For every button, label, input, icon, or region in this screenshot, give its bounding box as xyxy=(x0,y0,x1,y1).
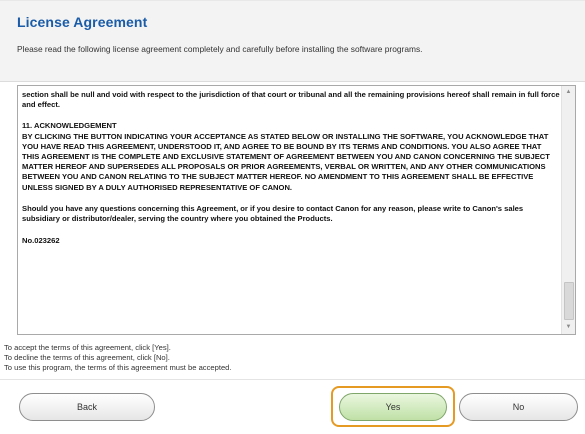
acknowledgement-heading: 11. ACKNOWLEDGEMENT xyxy=(22,121,117,131)
dialog-subtitle: Please read the following license agreem… xyxy=(17,44,423,54)
license-scrollbar[interactable]: ▲ ▼ xyxy=(561,86,575,334)
acknowledgement-body: BY CLICKING THE BUTTON INDICATING YOUR A… xyxy=(22,131,550,192)
scroll-up-icon[interactable]: ▲ xyxy=(562,86,575,99)
license-paragraph: Should you have any questions concerning… xyxy=(22,203,524,224)
acceptance-instructions: To accept the terms of this agreement, c… xyxy=(4,343,232,374)
footer-divider xyxy=(0,379,585,380)
license-paragraph-acknowledgement: 11. ACKNOWLEDGEMENT BY CLICKING THE BUTTO… xyxy=(22,121,560,192)
instruction-required: To use this program, the terms of this a… xyxy=(4,363,232,373)
instruction-accept: To accept the terms of this agreement, c… xyxy=(4,343,171,352)
license-number: No.023262 xyxy=(22,236,60,246)
license-text-box[interactable]: section shall be null and void with resp… xyxy=(17,85,576,335)
license-dialog: License Agreement Please read the follow… xyxy=(0,0,585,434)
yes-button[interactable]: Yes xyxy=(339,393,447,421)
license-text: section shall be null and void with resp… xyxy=(22,90,560,257)
dialog-header: License Agreement Please read the follow… xyxy=(0,1,585,82)
dialog-title: License Agreement xyxy=(17,14,148,30)
scroll-down-icon[interactable]: ▼ xyxy=(562,321,575,334)
instruction-decline: To decline the terms of this agreement, … xyxy=(4,353,170,363)
no-button[interactable]: No xyxy=(459,393,578,421)
back-button[interactable]: Back xyxy=(19,393,155,421)
license-paragraph: section shall be null and void with resp… xyxy=(22,90,560,110)
scroll-thumb[interactable] xyxy=(564,282,574,320)
